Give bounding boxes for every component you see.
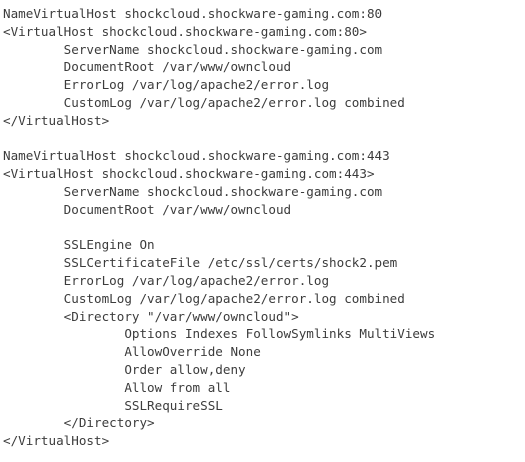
text-editor[interactable]: NameVirtualHost shockcloud.shockware-gam… (0, 0, 525, 462)
code-line: SSLCertificateFile /etc/ssl/certs/shock2… (3, 255, 398, 271)
code-line: NameVirtualHost shockcloud.shockware-gam… (3, 148, 390, 164)
code-line: Allow from all (3, 379, 231, 395)
code-line: </VirtualHost> (3, 433, 110, 449)
code-line: </VirtualHost> (3, 112, 110, 128)
code-line: DocumentRoot /var/www/owncloud (3, 59, 292, 75)
code-line: DocumentRoot /var/www/owncloud (3, 201, 292, 217)
code-line: <Directory "/var/www/owncloud"> (3, 308, 299, 324)
code-line: ErrorLog /var/log/apache2/error.log (3, 77, 330, 93)
code-line: Options Indexes FollowSymlinks MultiView… (3, 326, 436, 342)
code-line: </Directory> (3, 415, 155, 431)
code-line: ErrorLog /var/log/apache2/error.log (3, 272, 330, 288)
code-line: <VirtualHost shockcloud.shockware-gaming… (3, 23, 367, 39)
code-line: AllowOverride None (3, 344, 261, 360)
code-line: ServerName shockcloud.shockware-gaming.c… (3, 41, 383, 57)
code-line: NameVirtualHost shockcloud.shockware-gam… (3, 6, 383, 21)
code-line: CustomLog /var/log/apache2/error.log com… (3, 94, 405, 110)
code-line: CustomLog /var/log/apache2/error.log com… (3, 290, 405, 306)
code-line: Order allow,deny (3, 361, 246, 377)
code-line: <VirtualHost shockcloud.shockware-gaming… (3, 166, 375, 182)
code-line: ServerName shockcloud.shockware-gaming.c… (3, 183, 383, 199)
code-line: SSLEngine On (3, 237, 155, 253)
code-line: SSLRequireSSL (3, 397, 223, 413)
